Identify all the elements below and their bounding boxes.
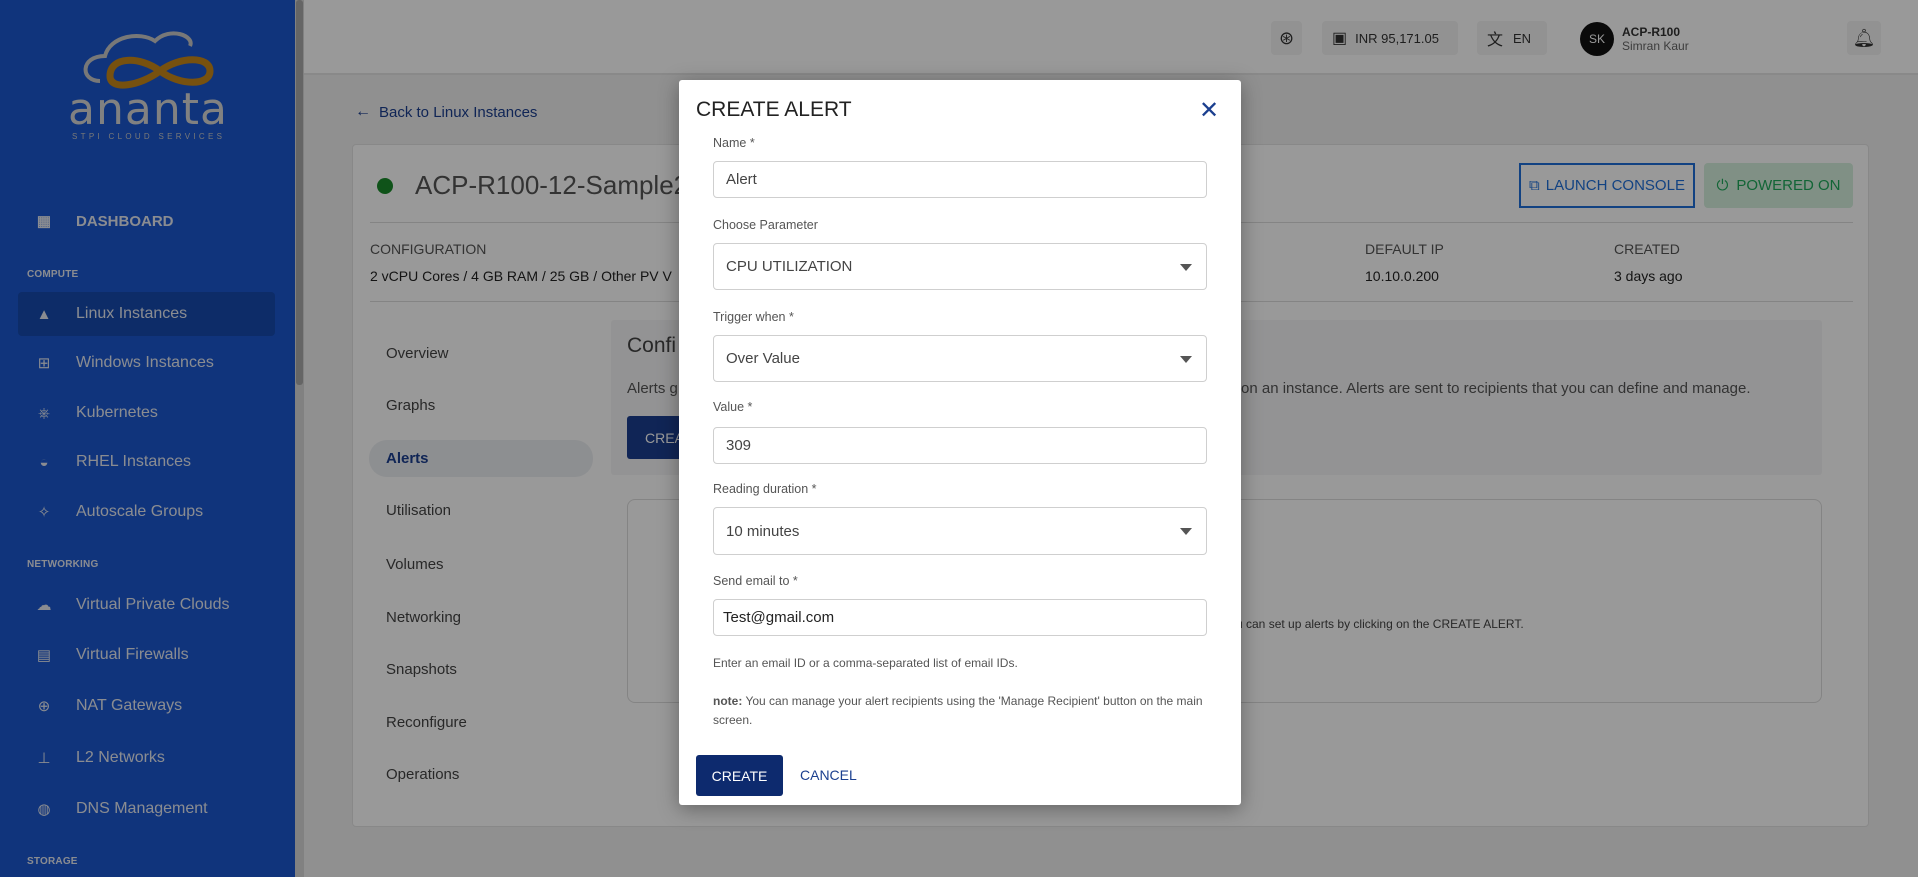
value-value: 309	[726, 437, 752, 454]
value-input[interactable]: 309	[713, 427, 1207, 464]
create-alert-dialog: CREATE ALERT ✕ Name * Alert Choose Param…	[679, 80, 1241, 805]
close-icon: ✕	[1199, 97, 1220, 124]
email-input[interactable]: Test@gmail.com	[713, 599, 1207, 636]
trigger-label: Trigger when *	[713, 310, 794, 324]
trigger-value: Over Value	[726, 350, 800, 367]
cancel-button[interactable]: CANCEL	[800, 767, 857, 783]
value-label: Value *	[713, 400, 753, 414]
duration-label: Reading duration *	[713, 482, 817, 496]
email-label: Send email to *	[713, 574, 798, 588]
duration-select[interactable]: 10 minutes	[713, 507, 1207, 555]
dropdown-arrow-icon	[1180, 263, 1192, 271]
close-button[interactable]: ✕	[1199, 96, 1219, 125]
note-text: note: You can manage your alert recipien…	[713, 692, 1207, 730]
create-button[interactable]: CREATE	[696, 755, 783, 796]
email-value: Test@gmail.com	[723, 609, 835, 626]
note-body: You can manage your alert recipients usi…	[713, 694, 1203, 727]
name-input[interactable]: Alert	[713, 161, 1207, 198]
duration-value: 10 minutes	[726, 522, 800, 540]
note-prefix: note:	[713, 694, 743, 708]
dropdown-arrow-icon	[1180, 528, 1192, 535]
create-label: CREATE	[711, 767, 768, 784]
dialog-title: CREATE ALERT	[696, 98, 852, 121]
name-label: Name *	[713, 136, 755, 150]
dropdown-arrow-icon	[1180, 355, 1192, 363]
cancel-label: CANCEL	[800, 767, 857, 783]
parameter-label: Choose Parameter	[713, 218, 818, 232]
parameter-select[interactable]: CPU UTILIZATION	[713, 243, 1207, 290]
name-value: Alert	[726, 171, 757, 188]
trigger-select[interactable]: Over Value	[713, 335, 1207, 382]
email-help-text: Enter an email ID or a comma-separated l…	[713, 656, 1018, 670]
parameter-value: CPU UTILIZATION	[726, 258, 853, 275]
